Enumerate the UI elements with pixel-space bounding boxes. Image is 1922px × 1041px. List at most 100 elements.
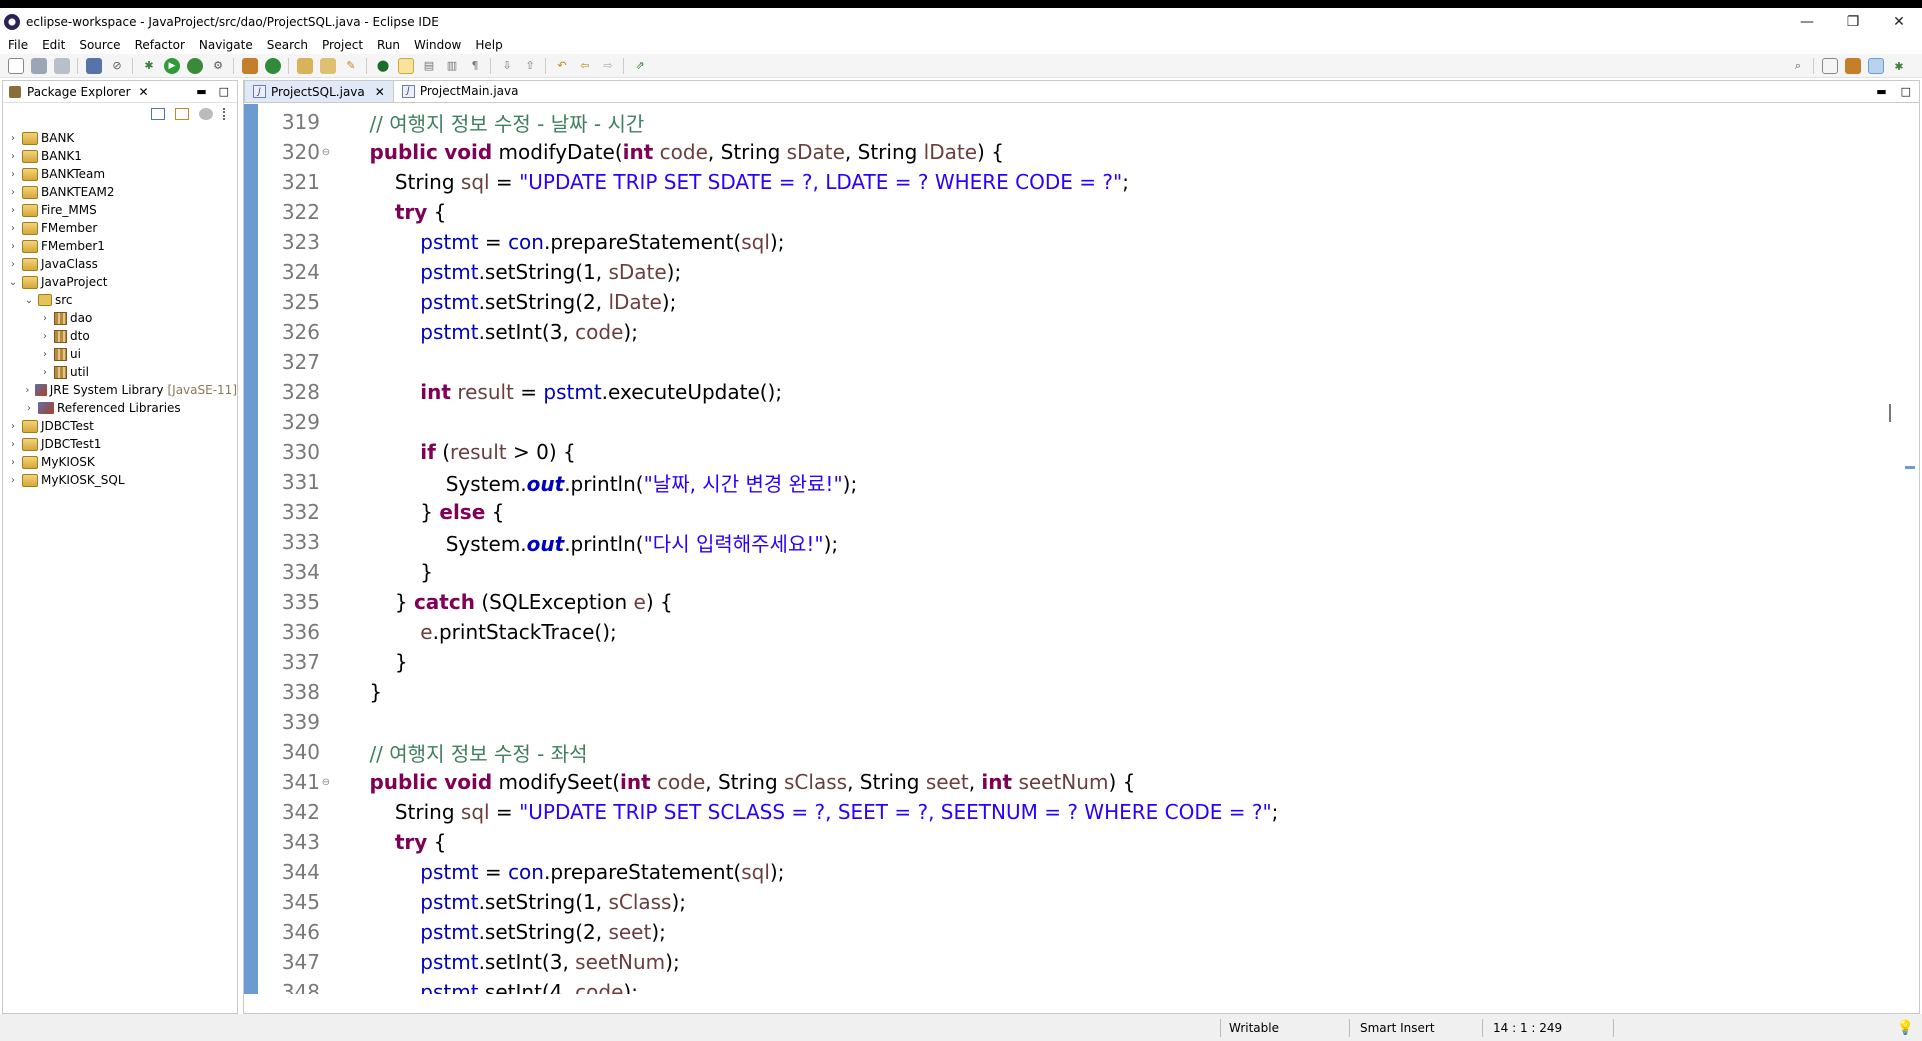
search-tool-icon[interactable]: ✎ xyxy=(343,58,359,74)
code-line[interactable]: 334 } xyxy=(260,557,1900,587)
code-line[interactable]: 333 System.out.println("다시 입력해주세요!"); xyxy=(260,527,1900,557)
restore-button[interactable]: ❐ xyxy=(1830,8,1876,36)
word-wrap-icon[interactable]: ▥ xyxy=(444,58,460,74)
tree-item-bank[interactable]: › BANK xyxy=(3,129,237,147)
new-java-package-icon[interactable] xyxy=(242,57,258,74)
tree-item-jdbctest1[interactable]: › JDBCTest1 xyxy=(3,435,237,453)
menu-project[interactable]: Project xyxy=(322,38,363,52)
menu-window[interactable]: Window xyxy=(414,38,461,52)
debug-icon[interactable]: ✱ xyxy=(141,58,157,74)
chevron-right-icon[interactable]: › xyxy=(7,223,19,234)
filters-icon[interactable] xyxy=(199,108,213,120)
search-icon[interactable]: ⌕ xyxy=(1790,58,1806,74)
fold-collapse-icon[interactable]: ⊖ xyxy=(320,777,332,788)
tree-item-util[interactable]: › util xyxy=(3,363,237,381)
code-line[interactable]: 320 ⊖ public void modifyDate(int code, St… xyxy=(260,137,1900,167)
code-line[interactable]: 327 xyxy=(260,347,1900,377)
chevron-right-icon[interactable]: › xyxy=(39,313,51,324)
tree-item-jre-system-library[interactable]: › JRE System Library [JavaSE-11] xyxy=(3,381,237,399)
skip-breakpoints-icon[interactable]: ⊘ xyxy=(109,58,125,74)
tree-item-jdbctest[interactable]: › JDBCTest xyxy=(3,417,237,435)
debug-perspective-icon[interactable]: ✱ xyxy=(1891,58,1907,74)
menu-search[interactable]: Search xyxy=(267,38,308,52)
tip-icon[interactable]: 💡 xyxy=(1897,1020,1914,1036)
chevron-right-icon[interactable]: › xyxy=(39,367,51,378)
menu-run[interactable]: Run xyxy=(377,38,400,52)
menu-edit[interactable]: Edit xyxy=(42,38,65,52)
code-line[interactable]: 344 pstmt = con.prepareStatement(sql); xyxy=(260,857,1900,887)
code-line[interactable]: 336 e.printStackTrace(); xyxy=(260,617,1900,647)
code-line[interactable]: 321 String sql = "UPDATE TRIP SET SDATE … xyxy=(260,167,1900,197)
previous-annotation-icon[interactable]: ⇧ xyxy=(522,58,538,74)
open-folder-icon[interactable] xyxy=(320,57,336,74)
chevron-right-icon[interactable]: › xyxy=(39,331,51,342)
tree-item-fmember1[interactable]: › FMember1 xyxy=(3,237,237,255)
chevron-right-icon[interactable]: › xyxy=(7,259,19,270)
code-editor[interactable]: 319 // 여행지 정보 수정 - 날짜 - 시간 320 ⊖ public vo… xyxy=(244,104,1919,994)
java-ee-perspective-icon[interactable] xyxy=(1845,58,1861,74)
coverage-icon[interactable] xyxy=(187,57,203,74)
code-line[interactable]: 323 pstmt = con.prepareStatement(sql); xyxy=(260,227,1900,257)
code-line[interactable]: 324 pstmt.setString(1, sDate); xyxy=(260,257,1900,287)
minimize-button[interactable]: — xyxy=(1784,8,1830,36)
external-tools-icon[interactable]: ⚙ xyxy=(210,58,226,74)
save-icon[interactable] xyxy=(31,57,47,74)
code-line[interactable]: 330 if (result > 0) { xyxy=(260,437,1900,467)
code-line[interactable]: 328 int result = pstmt.executeUpdate(); xyxy=(260,377,1900,407)
chevron-right-icon[interactable]: › xyxy=(7,187,19,198)
code-line[interactable]: 335 } catch (SQLException e) { xyxy=(260,587,1900,617)
chevron-down-icon[interactable]: ⌄ xyxy=(7,277,19,288)
tree-item-fire-mms[interactable]: › Fire_MMS xyxy=(3,201,237,219)
close-icon[interactable]: ✕ xyxy=(139,85,149,99)
last-edit-location-icon[interactable]: ↶ xyxy=(554,58,570,74)
code-line[interactable]: 340 // 여행지 정보 수정 - 좌석 xyxy=(260,737,1900,767)
status-cursor-position[interactable]: 14 : 1 : 249 xyxy=(1493,1021,1613,1035)
highlight-icon[interactable] xyxy=(398,57,414,74)
tree-item-javaclass[interactable]: › JavaClass xyxy=(3,255,237,273)
forward-icon[interactable]: ⇨ xyxy=(600,58,616,74)
fold-collapse-icon[interactable]: ⊖ xyxy=(320,147,332,158)
back-icon[interactable]: ⇦ xyxy=(577,58,593,74)
tree-item-bankteam[interactable]: › BANKTeam xyxy=(3,165,237,183)
tab-projectsql-java[interactable]: J ProjectSQL.java ✕ xyxy=(244,80,394,102)
maximize-icon[interactable]: □ xyxy=(1901,85,1911,98)
tree-item-ui[interactable]: › ui xyxy=(3,345,237,363)
menu-file[interactable]: File xyxy=(8,38,28,52)
view-menu-icon[interactable] xyxy=(223,108,227,120)
chevron-right-icon[interactable]: › xyxy=(7,439,19,450)
code-line[interactable]: 345 pstmt.setString(1, sClass); xyxy=(260,887,1900,917)
close-button[interactable]: ✕ xyxy=(1876,8,1922,36)
chevron-right-icon[interactable]: › xyxy=(7,421,19,432)
chevron-right-icon[interactable]: › xyxy=(7,151,19,162)
tree-item-dao[interactable]: › dao xyxy=(3,309,237,327)
menu-help[interactable]: Help xyxy=(475,38,502,52)
overview-ruler-marker[interactable] xyxy=(1905,466,1915,469)
overview-ruler-marker[interactable] xyxy=(1889,404,1891,422)
minimize-icon[interactable]: ▬ xyxy=(1876,85,1886,98)
code-line[interactable]: 319 // 여행지 정보 수정 - 날짜 - 시간 xyxy=(260,107,1900,137)
status-insert-mode[interactable]: Smart Insert xyxy=(1360,1021,1482,1035)
next-annotation-icon[interactable]: ⇩ xyxy=(499,58,515,74)
menu-navigate[interactable]: Navigate xyxy=(199,38,253,52)
tree-item-src[interactable]: ⌄ src xyxy=(3,291,237,309)
code-line[interactable]: 343 try { xyxy=(260,827,1900,857)
save-all-icon[interactable] xyxy=(54,57,70,74)
tree-item-fmember[interactable]: › FMember xyxy=(3,219,237,237)
tree-item-javaproject[interactable]: ⌄ JavaProject xyxy=(3,273,237,291)
menu-source[interactable]: Source xyxy=(79,38,120,52)
chevron-right-icon[interactable]: › xyxy=(23,403,35,414)
close-icon[interactable]: ✕ xyxy=(375,85,385,99)
tree-item-mykiosk-sql[interactable]: › MyKIOSK_SQL xyxy=(3,471,237,489)
code-line[interactable]: 325 pstmt.setString(2, lDate); xyxy=(260,287,1900,317)
link-with-editor-icon[interactable] xyxy=(175,108,189,120)
tree-item-mykiosk[interactable]: › MyKIOSK xyxy=(3,453,237,471)
new-java-class-icon[interactable] xyxy=(265,57,281,74)
code-line[interactable]: 337 } xyxy=(260,647,1900,677)
tab-projectmain-java[interactable]: J ProjectMain.java xyxy=(394,80,527,102)
code-line[interactable]: 342 String sql = "UPDATE TRIP SET SCLASS… xyxy=(260,797,1900,827)
run-icon[interactable]: ▶ xyxy=(164,57,180,74)
code-line[interactable]: 326 pstmt.setInt(3, code); xyxy=(260,317,1900,347)
new-icon[interactable] xyxy=(8,57,24,74)
chevron-right-icon[interactable]: › xyxy=(7,475,19,486)
collapse-all-icon[interactable] xyxy=(151,108,165,120)
